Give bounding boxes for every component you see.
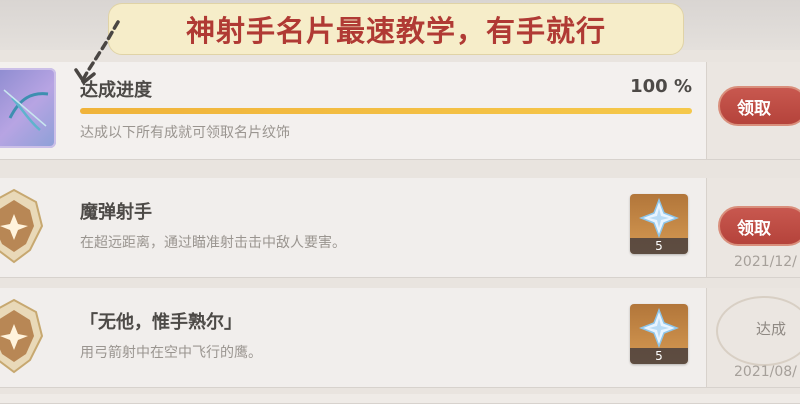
achievement-description: 用弓箭射中在空中飞行的鹰。 <box>80 345 262 361</box>
claim-namecard-button[interactable]: 领取 <box>718 86 800 126</box>
claim-achievement-button[interactable]: 领取 <box>718 206 800 246</box>
namecard-icon <box>0 68 56 148</box>
progress-description: 达成以下所有成就可领取名片纹饰 <box>80 125 290 141</box>
arrow-annotation-icon <box>74 20 120 84</box>
achievement-badge-icon <box>0 298 46 374</box>
completed-status: 达成 <box>756 320 787 338</box>
title-banner: 神射手名片最速教学，有手就行 <box>108 3 684 55</box>
reward-item[interactable]: 5 <box>630 194 688 254</box>
reward-item[interactable]: 5 <box>630 304 688 364</box>
progress-percent: 100 % <box>630 76 692 97</box>
achievement-title: 「无他，惟手熟尔」 <box>80 312 242 333</box>
achievement-date: 2021/12/ <box>734 254 797 270</box>
reward-count: 5 <box>630 238 688 254</box>
next-achievement-row <box>0 394 800 404</box>
primogem-icon <box>639 198 679 238</box>
achievement-row: 「无他，惟手熟尔」 用弓箭射中在空中飞行的鹰。 5 达成 2021/08/ <box>0 288 800 388</box>
achievement-title: 魔弹射手 <box>80 202 152 223</box>
primogem-icon <box>639 308 679 348</box>
progress-bar-fill <box>80 108 692 114</box>
reward-count: 5 <box>630 348 688 364</box>
achievement-date: 2021/08/ <box>734 364 797 380</box>
achievement-badge-icon <box>0 188 46 264</box>
progress-bar <box>80 108 692 114</box>
achievement-description: 在超远距离，通过瞄准射击击中敌人要害。 <box>80 235 346 251</box>
achievement-row: 魔弹射手 在超远距离，通过瞄准射击击中敌人要害。 5 领取 2021/12/ <box>0 178 800 278</box>
